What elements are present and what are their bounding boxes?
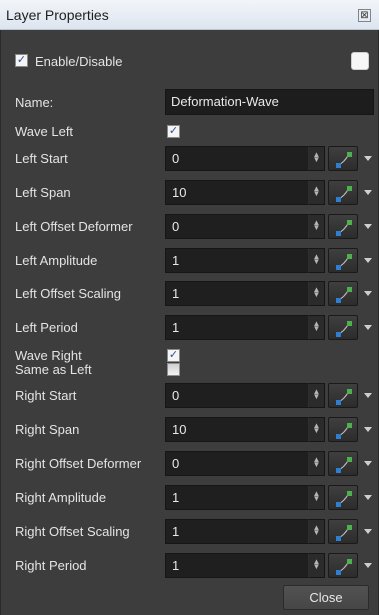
row-label: Wave Left xyxy=(15,124,74,139)
row-label: Left Start xyxy=(15,151,68,166)
function-button[interactable] xyxy=(328,417,358,442)
row-label: Right Offset Scaling xyxy=(15,524,130,539)
function-button[interactable] xyxy=(328,383,358,408)
function-curve-icon xyxy=(336,457,352,473)
function-curve-icon xyxy=(336,254,352,270)
enable-checkbox[interactable]: ✓ xyxy=(15,54,28,67)
row-label: Right Start xyxy=(15,388,77,403)
row-label: Same as Left xyxy=(15,362,92,377)
row-label: Right Span xyxy=(15,422,80,437)
close-button[interactable]: Close xyxy=(283,585,369,610)
row-label: Right Offset Deformer xyxy=(15,456,142,471)
function-button[interactable] xyxy=(328,485,358,510)
row-label: Left Offset Scaling xyxy=(15,286,121,301)
dropdown-arrow-icon[interactable] xyxy=(364,393,372,398)
dropdown-arrow-icon[interactable] xyxy=(364,190,372,195)
name-input[interactable]: Deformation-Wave xyxy=(165,89,374,115)
value-input[interactable]: 10 xyxy=(165,180,308,205)
value-input[interactable]: 0 xyxy=(165,383,308,408)
dropdown-arrow-icon[interactable] xyxy=(364,495,372,500)
function-curve-icon xyxy=(336,152,352,168)
dropdown-arrow-icon[interactable] xyxy=(364,461,372,466)
dropdown-arrow-icon[interactable] xyxy=(364,529,372,534)
function-button[interactable] xyxy=(328,146,358,171)
value-input[interactable]: 10 xyxy=(165,417,308,442)
function-button[interactable] xyxy=(328,315,358,340)
spin-arrows-icon[interactable]: ▲ ▼ xyxy=(308,281,325,306)
layer-color-swatch[interactable] xyxy=(351,52,369,70)
spin-arrows-icon[interactable]: ▲ ▼ xyxy=(308,485,325,510)
value-input[interactable]: 1 xyxy=(165,553,308,578)
layer-properties-panel: ✓ Enable/Disable Name: Deformation-Wave … xyxy=(0,30,379,615)
name-label: Name: xyxy=(15,95,54,110)
function-curve-icon xyxy=(336,389,352,405)
value-input[interactable]: 0 xyxy=(165,214,308,239)
window-title: Layer Properties xyxy=(6,7,109,23)
title-bar: Layer Properties ⊠ xyxy=(0,0,379,30)
value-input[interactable]: 0 xyxy=(165,146,308,171)
dropdown-arrow-icon[interactable] xyxy=(364,258,372,263)
function-button[interactable] xyxy=(328,180,358,205)
value-input[interactable]: 1 xyxy=(165,248,308,273)
function-curve-icon xyxy=(336,186,352,202)
spin-arrows-icon[interactable]: ▲ ▼ xyxy=(308,248,325,273)
row-label: Left Amplitude xyxy=(15,253,98,268)
value-input[interactable]: 1 xyxy=(165,281,308,306)
function-curve-icon xyxy=(336,491,352,507)
function-curve-icon xyxy=(336,525,352,541)
dropdown-arrow-icon[interactable] xyxy=(364,325,372,330)
row-label: Left Period xyxy=(15,320,78,335)
dropdown-arrow-icon[interactable] xyxy=(364,291,372,296)
row-label: Right Amplitude xyxy=(15,490,107,505)
function-button[interactable] xyxy=(328,553,358,578)
spin-arrows-icon[interactable]: ▲ ▼ xyxy=(308,417,325,442)
row-checkbox[interactable] xyxy=(167,363,180,376)
row-checkbox[interactable]: ✓ xyxy=(167,349,180,362)
function-curve-icon xyxy=(336,220,352,236)
spin-arrows-icon[interactable]: ▲ ▼ xyxy=(308,214,325,239)
function-button[interactable] xyxy=(328,214,358,239)
value-input[interactable]: 0 xyxy=(165,451,308,476)
row-label: Right Period xyxy=(15,558,87,573)
dropdown-arrow-icon[interactable] xyxy=(364,224,372,229)
function-button[interactable] xyxy=(328,519,358,544)
spin-arrows-icon[interactable]: ▲ ▼ xyxy=(308,553,325,578)
function-button[interactable] xyxy=(328,281,358,306)
spin-arrows-icon[interactable]: ▲ ▼ xyxy=(308,451,325,476)
function-button[interactable] xyxy=(328,248,358,273)
value-input[interactable]: 1 xyxy=(165,315,308,340)
enable-label: Enable/Disable xyxy=(35,54,123,69)
row-label: Left Span xyxy=(15,185,71,200)
spin-arrows-icon[interactable]: ▲ ▼ xyxy=(308,180,325,205)
dropdown-arrow-icon[interactable] xyxy=(364,563,372,568)
dropdown-arrow-icon[interactable] xyxy=(364,156,372,161)
function-curve-icon xyxy=(336,559,352,575)
spin-arrows-icon[interactable]: ▲ ▼ xyxy=(308,519,325,544)
dropdown-arrow-icon[interactable] xyxy=(364,427,372,432)
value-input[interactable]: 1 xyxy=(165,519,308,544)
spin-arrows-icon[interactable]: ▲ ▼ xyxy=(308,383,325,408)
row-checkbox[interactable]: ✓ xyxy=(167,125,180,138)
row-label: Left Offset Deformer xyxy=(15,219,133,234)
function-curve-icon xyxy=(336,287,352,303)
value-input[interactable]: 1 xyxy=(165,485,308,510)
window-close-button[interactable]: ⊠ xyxy=(358,9,371,22)
row-label: Wave Right xyxy=(15,348,82,363)
spin-arrows-icon[interactable]: ▲ ▼ xyxy=(308,146,325,171)
function-button[interactable] xyxy=(328,451,358,476)
spin-arrows-icon[interactable]: ▲ ▼ xyxy=(308,315,325,340)
function-curve-icon xyxy=(336,423,352,439)
function-curve-icon xyxy=(336,321,352,337)
